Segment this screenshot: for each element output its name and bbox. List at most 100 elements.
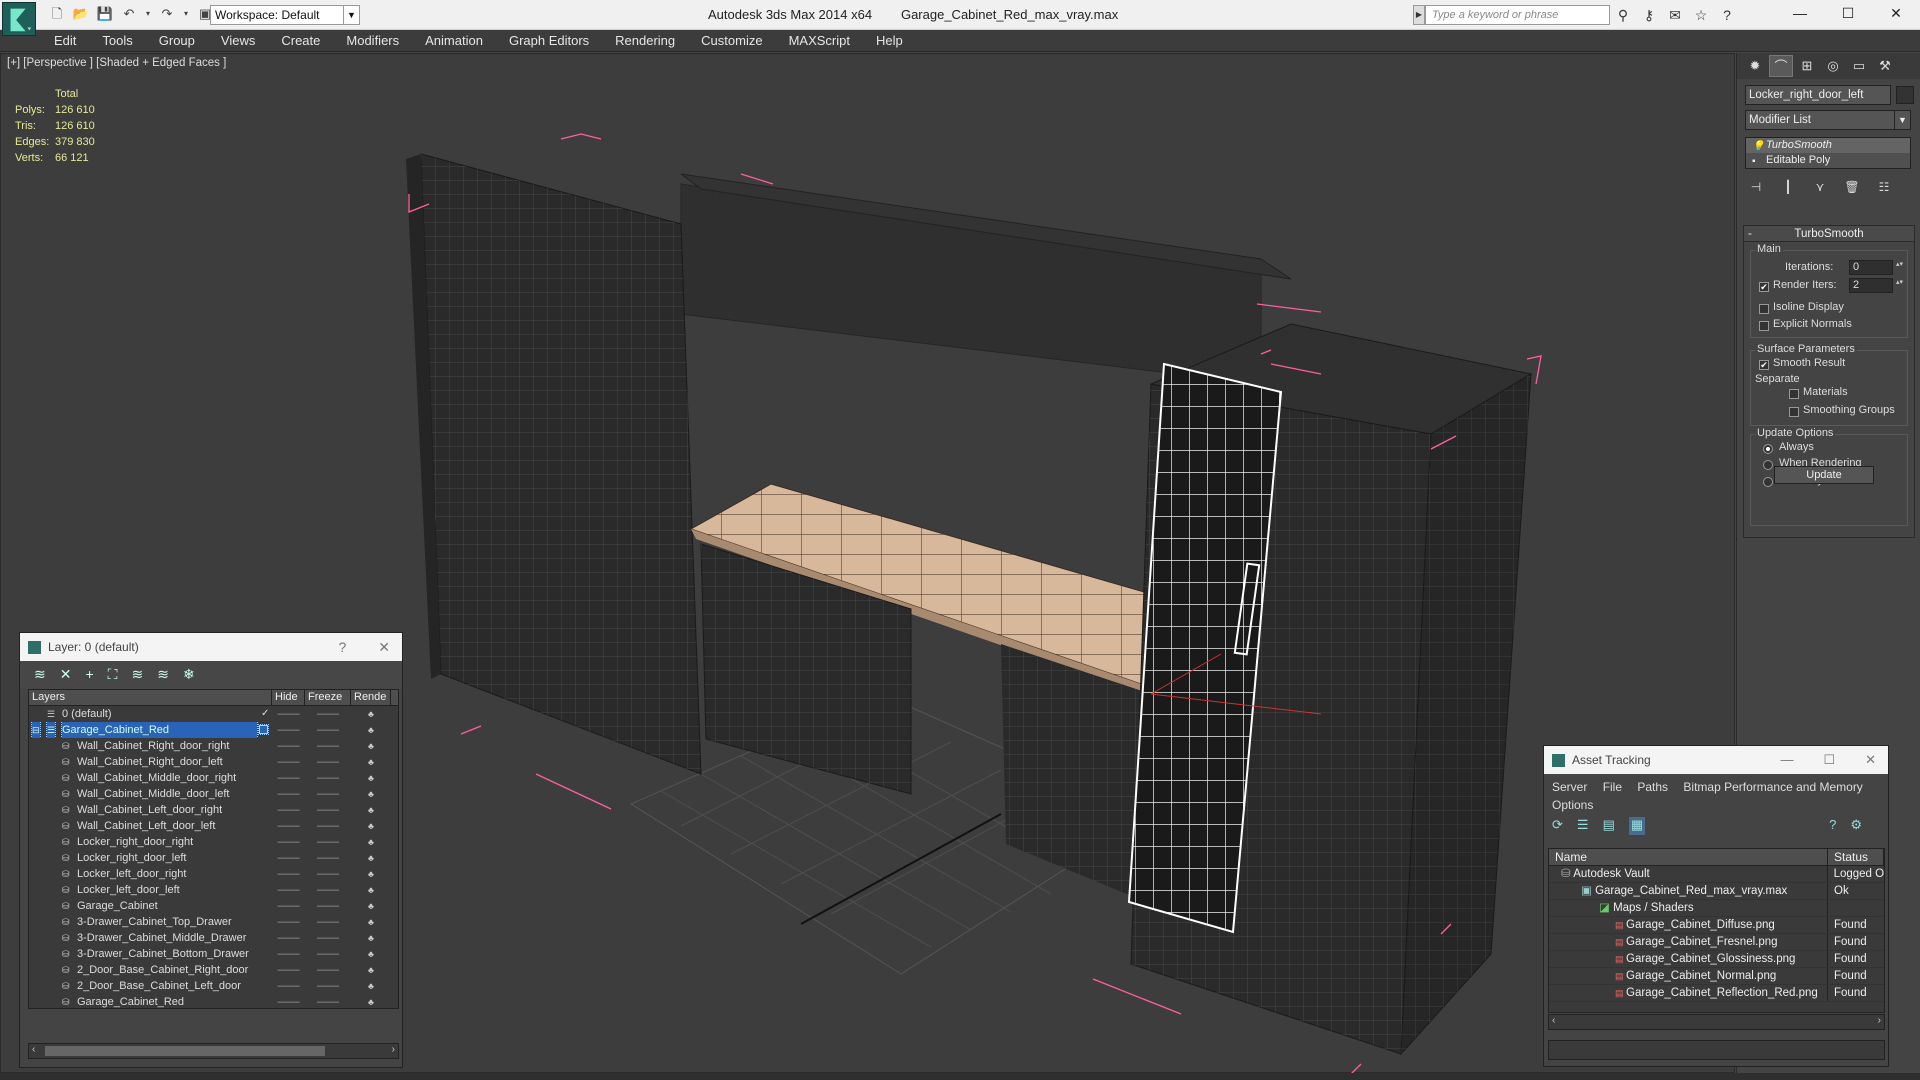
layer-row[interactable]: ⛁ 2_Door_Base_Cabinet_Left_door —— —— ♣ xyxy=(29,978,398,994)
update-button[interactable]: Update xyxy=(1774,466,1874,484)
layer-row[interactable]: ⛁ Garage_Cabinet_Red —— —— ♣ xyxy=(29,994,398,1010)
asset-row[interactable]: ▤ Garage_Cabinet_Reflection_Red.png Found xyxy=(1549,985,1884,1002)
remove-modifier-icon[interactable]: 🗑 xyxy=(1841,177,1863,197)
hide-toggle[interactable]: —— xyxy=(272,946,305,962)
render-teapot-icon[interactable]: ♣ xyxy=(351,722,391,738)
column-hide[interactable]: Hide xyxy=(272,690,305,705)
render-iters-checkbox[interactable]: ✔ xyxy=(1759,282,1769,292)
layer-row[interactable]: ⛁ Wall_Cabinet_Middle_door_right —— —— ♣ xyxy=(29,770,398,786)
isoline-display-checkbox[interactable] xyxy=(1759,304,1769,314)
maximize-icon[interactable]: ☐ xyxy=(1823,746,1835,774)
asset-row[interactable]: ◪ Maps / Shaders xyxy=(1549,900,1884,917)
layer-row[interactable]: ⛁ 2_Door_Base_Cabinet_Right_door —— —— ♣ xyxy=(29,962,398,978)
layer-row[interactable]: ⛁ 3-Drawer_Cabinet_Middle_Drawer —— —— ♣ xyxy=(29,930,398,946)
scrollbar-thumb[interactable] xyxy=(45,1046,325,1056)
menu-help[interactable]: Help xyxy=(876,33,903,48)
layer-row[interactable]: ⛁ Locker_left_door_left —— —— ♣ xyxy=(29,882,398,898)
freeze-toggle[interactable]: —— xyxy=(305,850,351,866)
set-current-box-icon[interactable] xyxy=(258,724,269,735)
asset-menu-options[interactable]: Options xyxy=(1552,798,1593,812)
redo-dropdown-icon[interactable]: ▾ xyxy=(182,5,190,23)
layer-row[interactable]: ⛁ Garage_Cabinet —— —— ♣ xyxy=(29,898,398,914)
hide-all-layers-icon[interactable]: ≋ xyxy=(157,666,169,684)
render-teapot-icon[interactable]: ♣ xyxy=(351,834,391,850)
asset-horizontal-scrollbar[interactable]: ‹ › xyxy=(1548,1014,1885,1030)
render-teapot-icon[interactable]: ♣ xyxy=(351,738,391,754)
freeze-toggle[interactable]: —— xyxy=(305,978,351,994)
asset-menu-paths[interactable]: Paths xyxy=(1637,780,1668,794)
hide-toggle[interactable]: —— xyxy=(272,866,305,882)
hide-toggle[interactable]: —— xyxy=(272,706,305,722)
hide-toggle[interactable]: —— xyxy=(272,786,305,802)
layer-row[interactable]: ⛁ 3-Drawer_Cabinet_Bottom_Drawer —— —— ♣ xyxy=(29,946,398,962)
asset-row[interactable]: ▣ Garage_Cabinet_Red_max_vray.max Ok xyxy=(1549,883,1884,900)
hide-toggle[interactable]: —— xyxy=(272,818,305,834)
table-view-icon[interactable]: ▦ xyxy=(1628,817,1646,835)
collapse-icon[interactable]: ⊟ xyxy=(31,722,41,738)
freeze-toggle[interactable]: —— xyxy=(305,946,351,962)
layer-row[interactable]: ⛁ Wall_Cabinet_Left_door_left —— —— ♣ xyxy=(29,818,398,834)
iterations-spinner[interactable]: 0 xyxy=(1849,260,1904,275)
object-name-field[interactable]: Locker_right_door_left xyxy=(1745,85,1891,105)
delete-layer-icon[interactable]: ✕ xyxy=(60,666,72,684)
hide-toggle[interactable]: —— xyxy=(272,898,305,914)
layer-horizontal-scrollbar[interactable]: ‹ › xyxy=(28,1043,399,1059)
scroll-left-icon[interactable]: ‹ xyxy=(32,1044,35,1055)
freeze-toggle[interactable]: —— xyxy=(305,738,351,754)
workspace-dropdown[interactable]: Workspace: Default ▼ xyxy=(210,5,360,25)
render-teapot-icon[interactable]: ♣ xyxy=(351,818,391,834)
asset-row[interactable]: ▤ Garage_Cabinet_Diffuse.png Found xyxy=(1549,917,1884,934)
render-teapot-icon[interactable]: ♣ xyxy=(351,882,391,898)
communication-icon[interactable]: ✉ xyxy=(1666,6,1684,24)
freeze-toggle[interactable]: —— xyxy=(305,802,351,818)
detail-view-icon[interactable]: ▤ xyxy=(1603,817,1615,835)
menu-maxscript[interactable]: MAXScript xyxy=(789,33,850,48)
layer-row[interactable]: ⛁ Locker_right_door_right —— —— ♣ xyxy=(29,834,398,850)
stack-item-turbosmooth[interactable]: 💡 TurboSmooth xyxy=(1746,138,1910,153)
asset-row[interactable]: ▤ Garage_Cabinet_Fresnel.png Found xyxy=(1549,934,1884,951)
settings-icon[interactable]: ⚙ xyxy=(1850,817,1862,835)
subscription-icon[interactable]: ⚷ xyxy=(1640,6,1658,24)
select-objects-icon[interactable]: ⛶ xyxy=(108,666,118,684)
open-file-icon[interactable]: 📂 xyxy=(72,5,90,23)
smoothing-groups-checkbox[interactable] xyxy=(1789,407,1799,417)
configure-modifier-sets-icon[interactable]: ☷ xyxy=(1873,177,1895,197)
freeze-all-layers-icon[interactable]: ❄ xyxy=(183,666,195,684)
freeze-toggle[interactable]: —— xyxy=(305,866,351,882)
refresh-icon[interactable]: ⟳ xyxy=(1552,817,1563,835)
hide-toggle[interactable]: —— xyxy=(272,802,305,818)
hide-toggle[interactable]: —— xyxy=(272,994,305,1010)
close-icon[interactable]: ✕ xyxy=(378,633,390,661)
layer-dialog-titlebar[interactable]: Layer: 0 (default) ? ✕ xyxy=(20,633,402,661)
freeze-toggle[interactable]: —— xyxy=(305,722,351,738)
render-teapot-icon[interactable]: ♣ xyxy=(351,802,391,818)
render-teapot-icon[interactable]: ♣ xyxy=(351,770,391,786)
close-icon[interactable]: ✕ xyxy=(1872,0,1920,26)
asset-row[interactable]: ▤ Garage_Cabinet_Normal.png Found xyxy=(1549,968,1884,985)
explicit-normals-checkbox[interactable] xyxy=(1759,321,1769,331)
always-radio[interactable] xyxy=(1763,444,1773,454)
maximize-icon[interactable]: ☐ xyxy=(1824,0,1872,26)
menu-modifiers[interactable]: Modifiers xyxy=(346,33,399,48)
asset-menu-file[interactable]: File xyxy=(1603,780,1622,794)
freeze-toggle[interactable]: —— xyxy=(305,994,351,1010)
help-icon[interactable]: ? xyxy=(1829,817,1836,835)
menu-graph-editors[interactable]: Graph Editors xyxy=(509,33,589,48)
hide-toggle[interactable]: —— xyxy=(272,962,305,978)
hide-toggle[interactable]: —— xyxy=(272,914,305,930)
hierarchy-tab-icon[interactable]: ⊞ xyxy=(1795,55,1819,77)
render-teapot-icon[interactable]: ♣ xyxy=(351,898,391,914)
materials-checkbox[interactable] xyxy=(1789,389,1799,399)
column-layers[interactable]: Layers xyxy=(29,690,272,705)
modify-tab-icon[interactable]: ⌒ xyxy=(1769,55,1793,77)
layer-row[interactable]: ⛁ Wall_Cabinet_Left_door_right —— —— ♣ xyxy=(29,802,398,818)
freeze-toggle[interactable]: —— xyxy=(305,898,351,914)
list-view-icon[interactable]: ☰ xyxy=(1577,817,1589,835)
column-render[interactable]: Rende xyxy=(351,690,391,705)
hide-toggle[interactable]: —— xyxy=(272,754,305,770)
object-color-swatch[interactable] xyxy=(1896,86,1914,104)
menu-edit[interactable]: Edit xyxy=(54,33,76,48)
render-teapot-icon[interactable]: ♣ xyxy=(351,978,391,994)
menu-rendering[interactable]: Rendering xyxy=(615,33,675,48)
hide-toggle[interactable]: —— xyxy=(272,738,305,754)
